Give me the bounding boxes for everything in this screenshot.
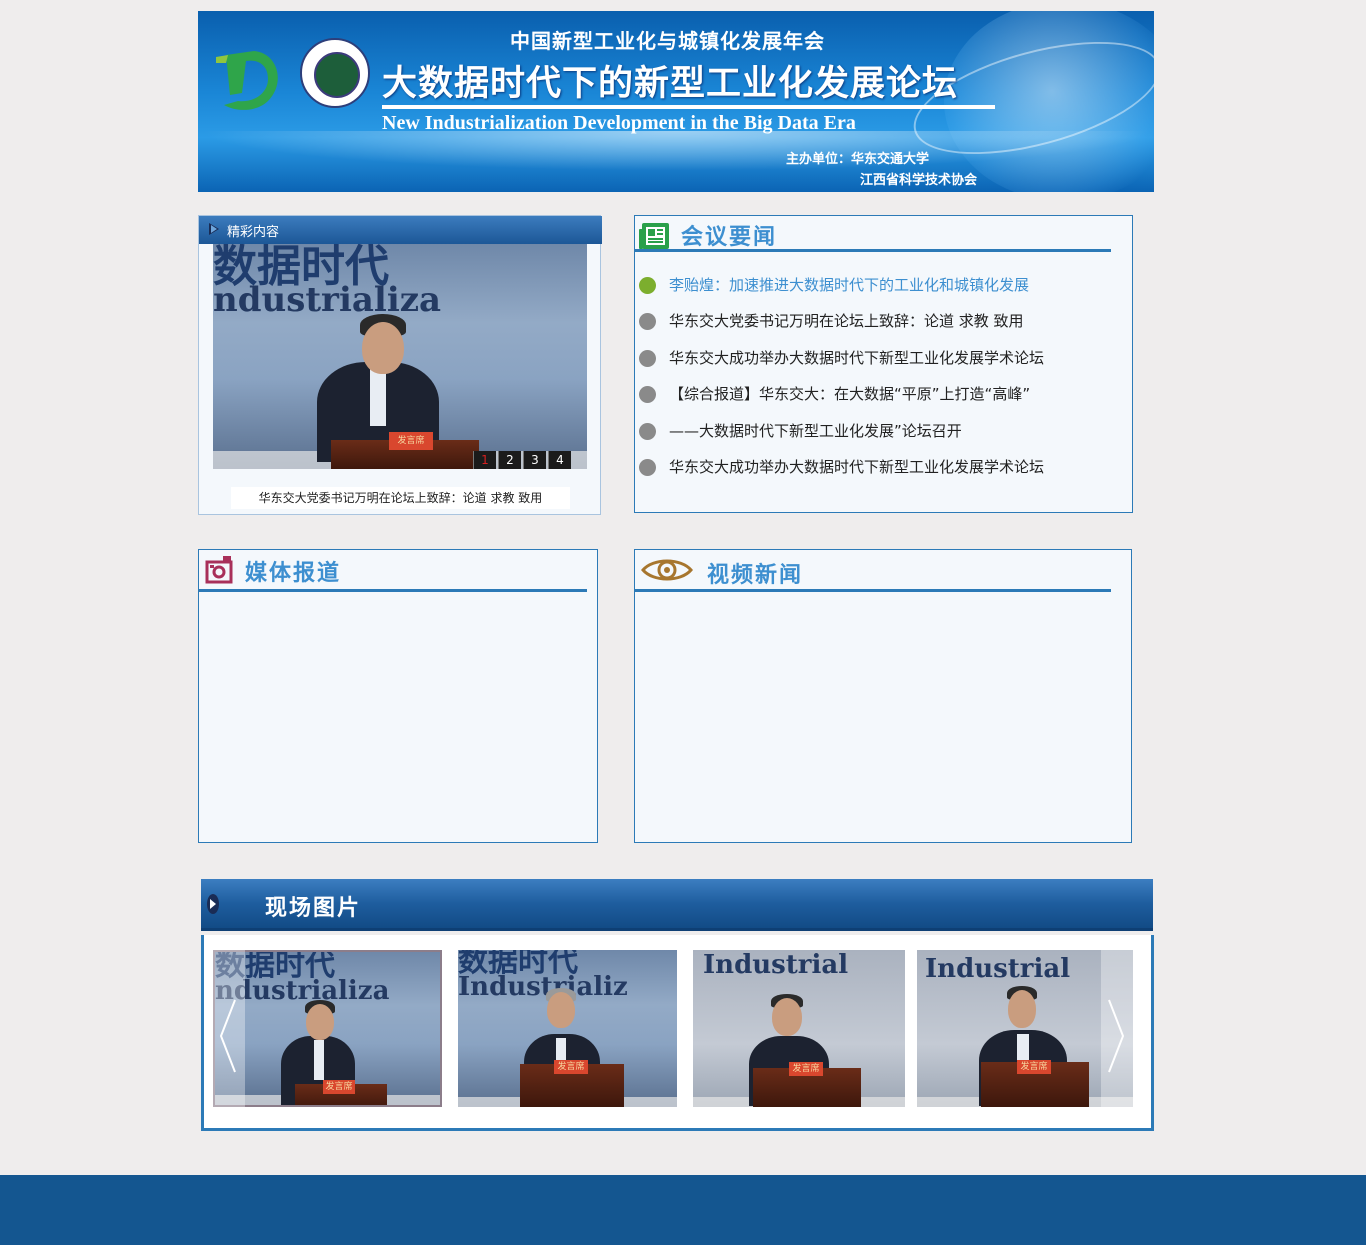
chevron-left-icon [219, 999, 236, 1073]
bullet-icon [639, 422, 656, 440]
news-item: 华东交大党委书记万明在论坛上致辞：论道 求教 致用 [635, 306, 1134, 342]
university-logo-icon [300, 38, 370, 108]
slide-backdrop-text: ndustrializa [213, 280, 442, 320]
news-list: 李贻煌：加速推进大数据时代下的工业化和城镇化发展 华东交大党委书记万明在论坛上致… [635, 270, 1134, 488]
photo-backdrop-text: Industrializ [458, 972, 628, 1002]
news-item: 李贻煌：加速推进大数据时代下的工业化和城镇化发展 [635, 270, 1134, 306]
eye-icon [641, 559, 693, 581]
banner-divider [382, 105, 995, 109]
photo-carousel: 数据时代 ndustrializa 发言席 数据时代 Industrializ … [201, 935, 1154, 1131]
photo-backdrop-text: Industrial [703, 950, 849, 980]
featured-header: 精彩内容 [199, 216, 602, 244]
slide-caption[interactable]: 华东交大党委书记万明在论坛上致辞：论道 求教 致用 [231, 487, 570, 509]
chevron-right-icon [1108, 999, 1125, 1073]
bullet-icon [639, 277, 656, 294]
media-header: 媒体报道 [199, 550, 587, 592]
gallery-photo[interactable]: Industrial 发言席 [693, 950, 905, 1107]
news-link[interactable]: 【综合报道】华东交大：在大数据“平原”上打造“高峰” [669, 383, 1030, 404]
media-panel: 媒体报道 [198, 549, 598, 843]
video-title: 视频新闻 [707, 563, 804, 588]
media-title: 媒体报道 [245, 561, 342, 586]
news-item: 【综合报道】华东交大：在大数据“平原”上打造“高峰” [635, 379, 1134, 415]
photos-title: 现场图片 [265, 896, 362, 921]
featured-panel: 精彩内容 数据时代 ndustrializa 发言席 1 2 3 4 华东交大党… [198, 215, 602, 515]
pager-3[interactable]: 3 [523, 451, 546, 469]
newspaper-icon [639, 223, 669, 249]
speaker-plate: 发言席 [389, 432, 433, 450]
news-link[interactable]: 华东交大成功举办大数据时代下新型工业化发展学术论坛 [669, 347, 1044, 368]
banner-title: 大数据时代下的新型工业化发展论坛 [382, 63, 959, 104]
pager-1[interactable]: 1 [473, 451, 496, 469]
pager-4[interactable]: 4 [548, 451, 571, 469]
photo-backdrop-text: Industrial [925, 954, 1071, 984]
news-link[interactable]: ——大数据时代下新型工业化发展”论坛召开 [669, 420, 962, 441]
banner-sheen [198, 131, 1154, 171]
play-triangle-inner [211, 225, 217, 233]
news-item: ——大数据时代下新型工业化发展”论坛召开 [635, 416, 1134, 452]
banner-host-1: 主办单位：华东交通大学 [786, 152, 930, 167]
news-item: 华东交大成功举办大数据时代下新型工业化发展学术论坛 [635, 452, 1134, 488]
prev-button[interactable] [213, 950, 245, 1107]
news-link[interactable]: 华东交大党委书记万明在论坛上致辞：论道 求教 致用 [669, 310, 1024, 331]
photos-header: 现场图片 [201, 879, 1153, 931]
news-link[interactable]: 华东交大成功举办大数据时代下新型工业化发展学术论坛 [669, 456, 1044, 477]
site-banner: 中国新型工业化与城镇化发展年会 大数据时代下的新型工业化发展论坛 New Ind… [198, 11, 1154, 192]
bullet-icon [639, 313, 656, 331]
news-panel: 会议要闻 李贻煌：加速推进大数据时代下的工业化和城镇化发展 华东交大党委书记万明… [634, 215, 1133, 513]
next-button[interactable] [1101, 950, 1133, 1107]
news-link[interactable]: 李贻煌：加速推进大数据时代下的工业化和城镇化发展 [669, 274, 1029, 295]
video-panel: 视频新闻 [634, 549, 1132, 843]
featured-title: 精彩内容 [227, 225, 280, 240]
bullet-icon [639, 458, 656, 476]
banner-subtitle: 中国新型工业化与城镇化发展年会 [510, 29, 825, 53]
banner-host-2: 江西省科学技术协会 [860, 173, 978, 188]
camera-icon [205, 556, 233, 584]
banner-english-title: New Industrialization Development in the… [382, 112, 856, 134]
slide-pager: 1 2 3 4 [471, 451, 571, 469]
news-title: 会议要闻 [681, 225, 778, 250]
news-header: 会议要闻 [635, 216, 1111, 252]
bullet-icon [639, 349, 656, 367]
d-logo-icon [216, 51, 278, 110]
arrow-right-icon [207, 894, 219, 914]
bullet-icon [639, 386, 656, 404]
news-item: 华东交大成功举办大数据时代下新型工业化发展学术论坛 [635, 343, 1134, 379]
gallery-photo[interactable]: 数据时代 ndustrializa 发言席 [213, 950, 442, 1107]
page-footer [0, 1175, 1366, 1245]
gallery-photo[interactable]: 数据时代 Industrializ 发言席 [458, 950, 677, 1107]
pager-2[interactable]: 2 [498, 451, 521, 469]
video-header: 视频新闻 [635, 550, 1111, 592]
featured-slide-image[interactable]: 数据时代 ndustrializa 发言席 [213, 244, 587, 469]
